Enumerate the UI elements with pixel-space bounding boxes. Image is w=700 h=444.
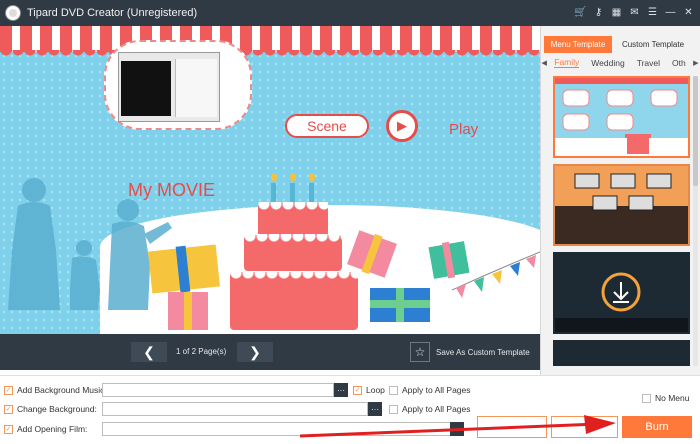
scene-button[interactable]: Scene [285,114,369,138]
gift-boxes-image [148,244,221,330]
change-background-browse-button[interactable]: ··· [368,402,382,416]
play-label[interactable]: Play [449,121,478,138]
no-menu-option: ✓ No Menu [642,391,690,405]
save-icon[interactable]: ▦ [611,8,622,19]
app-logo-icon [6,6,20,20]
candle [271,183,276,203]
template-family-birthday[interactable] [553,76,690,158]
awning-edge [0,50,540,56]
background-music-browse-button[interactable]: ··· [334,383,348,397]
category-travel[interactable]: Travel [637,58,660,68]
play-button[interactable]: ▶ [386,110,418,142]
opening-film-field[interactable] [102,422,452,436]
change-background-checkbox[interactable]: ✓ [4,404,13,414]
background-apply-all-label: Apply to All Pages [402,404,471,414]
change-background-label: Change Background: [17,404,97,414]
cake-icing [244,234,342,244]
thumbnail-video-area [121,61,171,116]
opening-film-browse-button[interactable]: ··· [450,422,464,436]
app-window: Tipard DVD Creator (Unregistered) 🛒 ⚷ ▦ … [0,0,700,444]
tab-custom-template[interactable]: Custom Template [612,36,694,53]
template-tabs: Menu Template Custom Template [544,36,694,53]
tab-menu-template[interactable]: Menu Template [544,36,612,53]
template-family-partial[interactable] [553,340,690,366]
template-scrollbar-thumb[interactable] [693,76,698,186]
minimize-icon[interactable]: — [665,8,676,19]
opening-film-option: ✓ Add Opening Film: [4,422,87,436]
template-categories: ◀ Family Wedding Travel Oth ▶ [540,55,700,70]
candle [290,183,295,203]
template-preview-image [555,78,688,156]
background-music-checkbox[interactable]: ✓ [4,385,13,395]
bunting-flags-image [452,251,540,298]
previous-page-button[interactable]: ❮ [131,342,167,362]
category-other[interactable]: Oth [672,58,686,68]
change-background-field[interactable] [102,402,368,416]
music-apply-all-checkbox[interactable]: ✓ [389,385,398,395]
no-menu-label: No Menu [655,393,690,403]
save-as-custom-template-button[interactable]: ☆ Save As Custom Template [410,341,530,363]
star-icon: ☆ [410,342,430,362]
menu-icon[interactable]: ☰ [647,8,658,19]
video-thumbnail[interactable] [118,52,220,122]
background-music-option: ✓ Add Background Music: [4,383,107,397]
title-bar: Tipard DVD Creator (Unregistered) 🛒 ⚷ ▦ … [0,0,700,26]
burn-button[interactable]: Burn [622,416,692,438]
page-indicator: 1 of 2 Page(s) [176,347,227,356]
scroll-right-icon[interactable]: ▶ [692,59,700,67]
background-music-label: Add Background Music: [17,385,107,395]
background-music-field[interactable] [102,383,334,397]
template-list [550,76,693,366]
feedback-icon[interactable]: ✉ [629,8,640,19]
close-icon[interactable]: ✕ [683,8,694,19]
key-icon[interactable]: ⚷ [593,8,604,19]
candle [309,183,314,203]
chevron-right-icon: ❯ [249,343,261,360]
save-template-label: Save As Custom Template [436,347,530,357]
cart-icon[interactable]: 🛒 [574,8,586,19]
candle-flame [271,173,277,181]
music-apply-all-label: Apply to All Pages [402,385,471,395]
background-apply-all-checkbox[interactable]: ✓ [389,404,398,414]
background-apply-all-option: ✓ Apply to All Pages [389,402,471,416]
chevron-left-icon: ❮ [143,343,155,360]
loop-label: Loop [366,385,385,395]
gift-box-blue-image [370,288,430,322]
music-apply-all-option: ✓ Apply to All Pages [389,383,471,397]
template-preview-image [555,254,688,332]
awning-stripes [0,26,540,52]
movie-title[interactable]: My MOVIE [128,180,215,201]
category-family[interactable]: Family [554,57,580,68]
change-background-option: ✓ Change Background: [4,402,97,416]
play-icon: ▶ [397,118,407,133]
title-bar-controls: 🛒 ⚷ ▦ ✉ ☰ — ✕ [574,0,694,26]
candle-flame [290,173,296,181]
next-page-button[interactable]: ❯ [237,342,273,362]
loop-checkbox[interactable]: ✓ [353,385,362,395]
template-family-night-download[interactable] [553,252,690,334]
candle-flame [309,173,315,181]
opening-film-label: Add Opening Film: [17,424,88,434]
app-title: Tipard DVD Creator (Unregistered) [27,7,198,19]
scroll-left-icon[interactable]: ◀ [540,59,548,67]
cake-icing [258,202,328,212]
preview-button[interactable] [551,416,618,438]
thumbnail-side-panel [175,59,217,117]
gift-box-pink-image [347,230,397,278]
loop-option: ✓ Loop [353,383,385,397]
template-preview-image [555,166,688,244]
category-wedding[interactable]: Wedding [591,58,624,68]
no-menu-checkbox[interactable]: ✓ [642,393,651,403]
opening-film-checkbox[interactable]: ✓ [4,424,13,434]
back-button[interactable] [477,416,547,438]
cake-icing [230,271,358,281]
template-family-sunset[interactable] [553,164,690,246]
